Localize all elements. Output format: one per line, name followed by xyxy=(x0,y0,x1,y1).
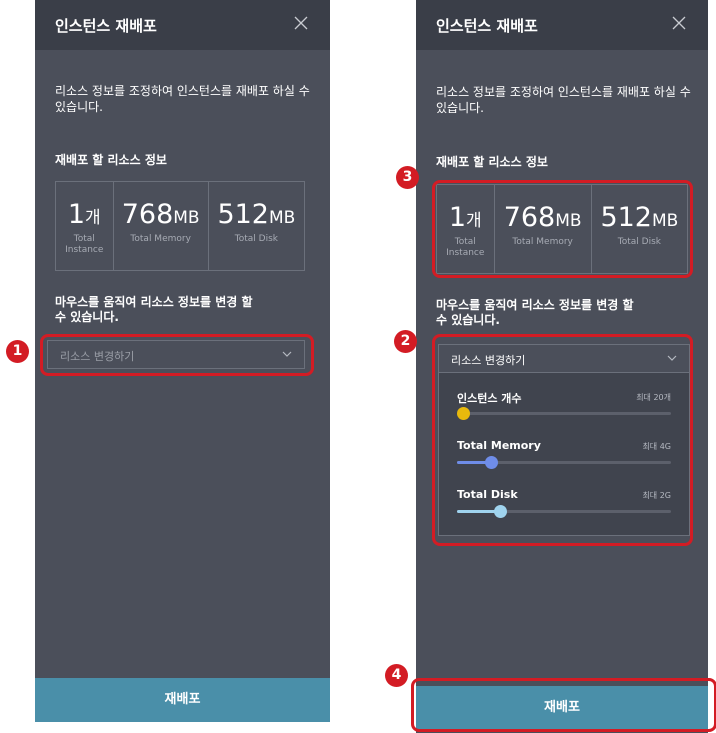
resource-label: 재배포 할 리소스 정보 xyxy=(55,153,167,167)
panel-title: 인스턴스 재배포 xyxy=(55,17,157,35)
step-badge-1: 1 xyxy=(6,340,29,363)
step-badge-3: 3 xyxy=(396,166,419,189)
step-badge-2: 2 xyxy=(394,330,417,353)
stat-caption: Total Instance xyxy=(65,234,104,255)
stat-unit: MB xyxy=(173,208,200,228)
highlight-box-3 xyxy=(432,180,693,278)
step-badge-4: 4 xyxy=(385,664,408,687)
stat-value: 512 xyxy=(217,199,269,230)
stat-value: 1 xyxy=(67,199,86,230)
panel-header: 인스턴스 재배포 xyxy=(416,0,708,50)
resource-label: 재배포 할 리소스 정보 xyxy=(436,155,548,169)
stat-instance: 1개 Total Instance xyxy=(56,182,114,270)
panel-title: 인스턴스 재배포 xyxy=(436,17,538,35)
resource-stats: 1개 Total Instance 768MB Total Memory 512… xyxy=(55,181,305,271)
resource-hint: 마우스를 움직여 리소스 정보를 변경 할 수 있습니다. xyxy=(55,295,253,324)
stat-disk: 512MB Total Disk xyxy=(209,182,304,270)
stat-value: 768 xyxy=(121,199,174,230)
stat-unit: MB xyxy=(268,208,296,228)
stat-caption: Total Memory xyxy=(130,234,191,244)
resource-hint: 마우스를 움직여 리소스 정보를 변경 할 수 있습니다. xyxy=(436,298,634,327)
description: 리소스 정보를 조정하여 인스턴스를 재배포 하실 수 있습니다. xyxy=(436,85,691,115)
stat-memory: 768MB Total Memory xyxy=(114,182,209,270)
highlight-box-1 xyxy=(40,334,314,376)
highlight-box-2 xyxy=(432,334,693,546)
close-icon[interactable] xyxy=(670,14,688,32)
stat-caption: Total Disk xyxy=(234,234,278,244)
stat-unit: 개 xyxy=(85,208,101,228)
description: 리소스 정보를 조정하여 인스턴스를 재배포 하실 수 있습니다. xyxy=(55,84,310,114)
panel-header: 인스턴스 재배포 xyxy=(35,0,330,50)
redeploy-button[interactable]: 재배포 xyxy=(35,678,330,722)
close-icon[interactable] xyxy=(292,14,310,32)
highlight-box-4 xyxy=(411,678,716,732)
